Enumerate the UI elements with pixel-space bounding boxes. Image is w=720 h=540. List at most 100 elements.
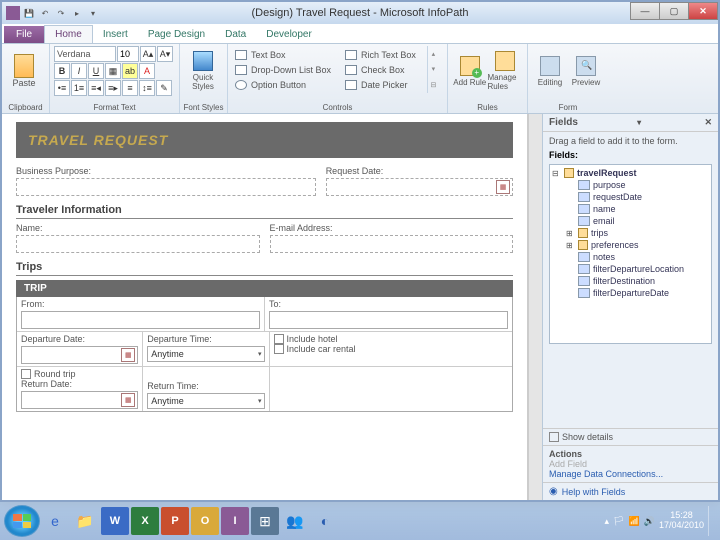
close-button[interactable]: ✕ bbox=[688, 2, 718, 20]
format-painter-icon[interactable]: ✎ bbox=[156, 80, 172, 96]
tray-flag-icon[interactable]: 🏳 bbox=[613, 516, 624, 527]
tray-clock[interactable]: 15:2817/04/2010 bbox=[659, 511, 704, 531]
tb-infopath-icon[interactable]: I bbox=[221, 507, 249, 535]
tray-network-icon[interactable]: 📶 bbox=[629, 516, 640, 527]
grow-font-icon[interactable]: A▴ bbox=[140, 46, 156, 62]
field-to[interactable] bbox=[269, 311, 508, 329]
tb-ie-icon[interactable]: e bbox=[41, 507, 69, 535]
tree-field-trips[interactable]: ⊞trips bbox=[566, 227, 709, 239]
maximize-button[interactable]: ▢ bbox=[659, 2, 689, 20]
ctrl-datepicker[interactable]: Date Picker bbox=[342, 77, 419, 92]
calendar-icon[interactable]: ▦ bbox=[121, 348, 135, 362]
field-purpose[interactable] bbox=[16, 178, 316, 196]
numbering-icon[interactable]: 1≡ bbox=[71, 80, 87, 96]
preview-button[interactable]: 🔍 Preview bbox=[568, 46, 604, 96]
calendar-icon[interactable]: ▦ bbox=[496, 180, 510, 194]
highlight-icon[interactable]: ab bbox=[122, 63, 138, 79]
spacing-icon[interactable]: ↕≡ bbox=[139, 80, 155, 96]
gallery-up-icon[interactable]: ▴ bbox=[432, 50, 436, 58]
align-icon[interactable]: ≡ bbox=[122, 80, 138, 96]
paste-button[interactable]: Paste bbox=[6, 46, 42, 96]
tree-field-name[interactable]: name bbox=[566, 203, 709, 215]
font-size-select[interactable]: 10 bbox=[117, 46, 139, 62]
chk-hotel[interactable]: Include hotel bbox=[274, 334, 509, 344]
tree-field-email[interactable]: email bbox=[566, 215, 709, 227]
quick-styles-button[interactable]: Quick Styles bbox=[184, 46, 222, 96]
font-color-icon[interactable]: A bbox=[139, 63, 155, 79]
ctrl-option[interactable]: Option Button bbox=[232, 77, 334, 92]
field-deptime[interactable]: Anytime bbox=[147, 346, 264, 362]
ctrl-textbox[interactable]: Text Box bbox=[232, 47, 334, 62]
start-button[interactable] bbox=[4, 505, 40, 537]
save-icon[interactable]: 💾 bbox=[22, 6, 36, 20]
calendar-icon[interactable]: ▦ bbox=[121, 393, 135, 407]
tree-field-preferences[interactable]: ⊞preferences bbox=[566, 239, 709, 251]
tb-app-icon[interactable]: ⊞ bbox=[251, 507, 279, 535]
bold-button[interactable]: B bbox=[54, 63, 70, 79]
field-reqdate[interactable]: ▦ bbox=[326, 178, 513, 196]
tree-field-filterDepartureDate[interactable]: filterDepartureDate bbox=[566, 287, 709, 299]
tb-outlook-icon[interactable]: O bbox=[191, 507, 219, 535]
lbl-reqdate: Request Date: bbox=[326, 166, 513, 176]
tab-file[interactable]: File bbox=[4, 26, 44, 43]
tab-home[interactable]: Home bbox=[44, 25, 93, 43]
field-email[interactable] bbox=[270, 235, 514, 253]
field-depdate[interactable]: ▦ bbox=[21, 346, 138, 364]
pane-close-icon[interactable]: ✕ bbox=[704, 117, 712, 128]
link-manage-connections[interactable]: Manage Data Connections... bbox=[549, 469, 712, 479]
tree-field-notes[interactable]: notes bbox=[566, 251, 709, 263]
link-add-field[interactable]: Add Field bbox=[549, 459, 712, 469]
tab-developer[interactable]: Developer bbox=[256, 26, 322, 43]
ctrl-checkbox[interactable]: Check Box bbox=[342, 62, 419, 77]
tb-messenger-icon[interactable]: 👥 bbox=[281, 507, 309, 535]
chk-round[interactable]: Round trip bbox=[21, 369, 138, 379]
underline-button[interactable]: U bbox=[88, 63, 104, 79]
tab-data[interactable]: Data bbox=[215, 26, 256, 43]
field-rettime[interactable]: Anytime bbox=[147, 393, 264, 409]
tree-field-requestDate[interactable]: requestDate bbox=[566, 191, 709, 203]
chk-car[interactable]: Include car rental bbox=[274, 344, 509, 354]
tb-powerpoint-icon[interactable]: P bbox=[161, 507, 189, 535]
italic-button[interactable]: I bbox=[71, 63, 87, 79]
add-rule-button[interactable]: + Add Rule bbox=[452, 46, 488, 96]
field-name[interactable] bbox=[16, 235, 260, 253]
ctrl-dropdown[interactable]: Drop-Down List Box bbox=[232, 62, 334, 77]
qat-menu-icon[interactable]: ▾ bbox=[86, 6, 100, 20]
indent-icon[interactable]: ≡▸ bbox=[105, 80, 121, 96]
minimize-button[interactable]: — bbox=[630, 2, 660, 20]
preview-icon[interactable]: ▸ bbox=[70, 6, 84, 20]
infopath-app-icon[interactable] bbox=[6, 6, 20, 20]
tree-field-purpose[interactable]: purpose bbox=[566, 179, 709, 191]
tray-up-icon[interactable]: ▴ bbox=[605, 516, 610, 527]
tb-lync-icon[interactable]: ◐ bbox=[311, 507, 339, 535]
chk-show-details[interactable]: Show details bbox=[549, 432, 712, 442]
pane-menu-icon[interactable]: ▾ bbox=[637, 118, 641, 127]
tree-field-filterDepartureLocation[interactable]: filterDepartureLocation bbox=[566, 263, 709, 275]
tray-sound-icon[interactable]: 🔊 bbox=[644, 516, 655, 527]
gallery-more-icon[interactable]: ⊟ bbox=[430, 81, 436, 89]
ctrl-richtext[interactable]: Rich Text Box bbox=[342, 47, 419, 62]
outdent-icon[interactable]: ≡◂ bbox=[88, 80, 104, 96]
tab-insert[interactable]: Insert bbox=[93, 26, 138, 43]
tb-excel-icon[interactable]: X bbox=[131, 507, 159, 535]
field-from[interactable] bbox=[21, 311, 260, 329]
gallery-down-icon[interactable]: ▾ bbox=[432, 65, 436, 73]
field-retdate[interactable]: ▦ bbox=[21, 391, 138, 409]
border-icon[interactable]: ▦ bbox=[105, 63, 121, 79]
tree-field-filterDestination[interactable]: filterDestination bbox=[566, 275, 709, 287]
show-desktop-button[interactable] bbox=[708, 506, 716, 536]
vertical-scrollbar[interactable] bbox=[528, 114, 542, 500]
manage-rules-button[interactable]: Manage Rules bbox=[488, 46, 524, 96]
shrink-font-icon[interactable]: A▾ bbox=[157, 46, 173, 62]
bullets-icon[interactable]: •≡ bbox=[54, 80, 70, 96]
link-help[interactable]: Help with Fields bbox=[562, 487, 626, 497]
tab-page-design[interactable]: Page Design bbox=[138, 26, 215, 43]
editing-button[interactable]: Editing bbox=[532, 46, 568, 96]
design-canvas[interactable]: TRAVEL REQUEST Business Purpose: Request… bbox=[2, 114, 528, 500]
undo-icon[interactable]: ↶ bbox=[38, 6, 52, 20]
redo-icon[interactable]: ↷ bbox=[54, 6, 68, 20]
font-name-select[interactable]: Verdana bbox=[54, 46, 116, 62]
tb-explorer-icon[interactable]: 📁 bbox=[71, 507, 99, 535]
tree-root[interactable]: ⊟travelRequest bbox=[552, 167, 709, 179]
tb-word-icon[interactable]: W bbox=[101, 507, 129, 535]
